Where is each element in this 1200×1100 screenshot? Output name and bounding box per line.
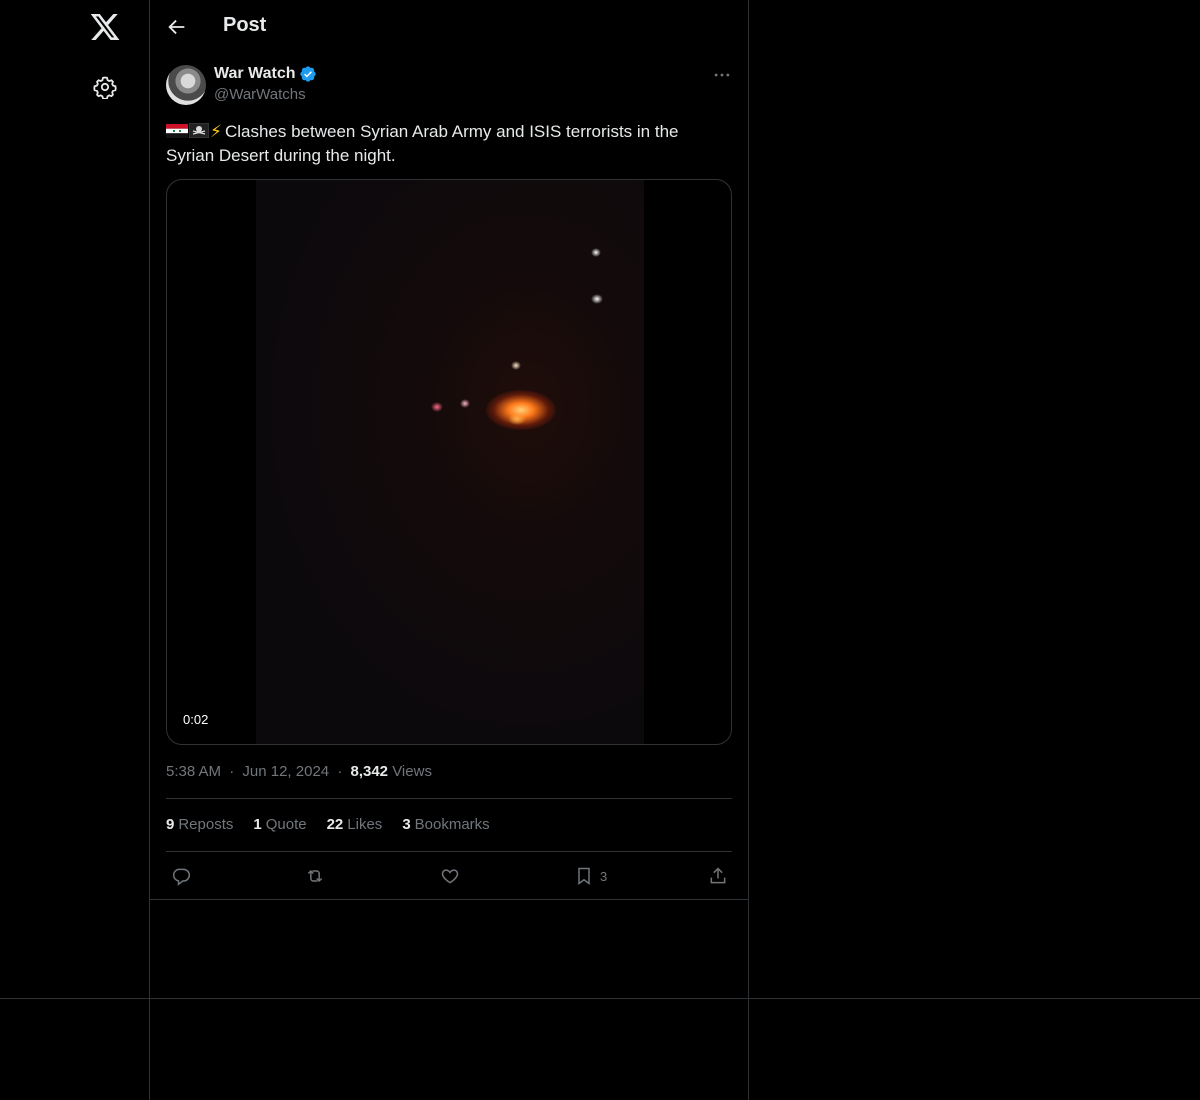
post-header: Post — [150, 0, 748, 54]
bookmarks-stat[interactable]: 3 Bookmarks — [402, 816, 489, 833]
reply-button[interactable] — [171, 862, 191, 890]
post-meta: 5:38 AM · Jun 12, 2024 · 8,342 Views — [166, 763, 432, 780]
back-arrow-icon[interactable] — [166, 16, 188, 38]
views-count: 8,342 — [350, 763, 389, 780]
post-stats: 9 Reposts 1 Quote 22 Likes 3 Bookmarks — [166, 816, 490, 833]
reply-icon — [172, 868, 191, 886]
post-date[interactable]: Jun 12, 2024 — [242, 763, 329, 780]
author-name-row: War Watch — [214, 65, 317, 83]
page-title: Post — [223, 14, 267, 36]
post-text: ⚡ Clashes between Syrian Arab Army and IS… — [166, 120, 726, 168]
more-icon[interactable] — [712, 65, 732, 85]
reposts-stat[interactable]: 9 Reposts — [166, 816, 233, 833]
tracer-light — [431, 402, 443, 412]
lightning-emoji: ⚡ — [210, 122, 222, 141]
avatar[interactable] — [166, 65, 206, 105]
action-bar: 3 — [150, 862, 748, 890]
share-button[interactable] — [708, 862, 728, 890]
repost-icon — [307, 869, 323, 883]
author-handle[interactable]: @WarWatchs — [214, 86, 306, 103]
divider — [0, 998, 1200, 999]
repost-button[interactable] — [305, 862, 325, 890]
video-player[interactable]: 0:02 — [166, 179, 732, 745]
pirate-flag-icon — [189, 123, 209, 138]
video-frame — [256, 180, 644, 744]
settings-icon[interactable] — [93, 75, 117, 99]
post-detail-column: Post War Watch @WarWatchs ⚡ Clashes betwe… — [149, 0, 749, 1100]
bookmark-button[interactable]: 3 — [574, 862, 607, 890]
like-icon — [441, 869, 459, 884]
share-icon — [710, 867, 726, 884]
post-time[interactable]: 5:38 AM — [166, 763, 221, 780]
tracer-light — [591, 294, 603, 304]
tracer-light — [591, 248, 601, 257]
likes-stat[interactable]: 22 Likes — [327, 816, 383, 833]
divider — [166, 798, 732, 799]
divider — [166, 851, 732, 852]
tracer-light — [460, 399, 470, 408]
post-body-text: Clashes between Syrian Arab Army and ISI… — [166, 122, 679, 165]
video-duration: 0:02 — [176, 710, 216, 729]
x-logo-icon[interactable] — [89, 11, 121, 43]
like-button[interactable] — [440, 862, 460, 890]
bookmark-count: 3 — [600, 868, 608, 884]
tracer-light — [508, 413, 526, 425]
bookmark-icon — [578, 867, 590, 885]
tracer-light — [511, 361, 521, 370]
views-label: Views — [392, 763, 432, 780]
divider — [150, 899, 748, 900]
sidebar — [0, 0, 149, 1100]
author-name[interactable]: War Watch — [214, 65, 295, 83]
quotes-stat[interactable]: 1 Quote — [253, 816, 306, 833]
verified-icon — [300, 66, 317, 82]
syria-flag-icon — [166, 124, 188, 138]
